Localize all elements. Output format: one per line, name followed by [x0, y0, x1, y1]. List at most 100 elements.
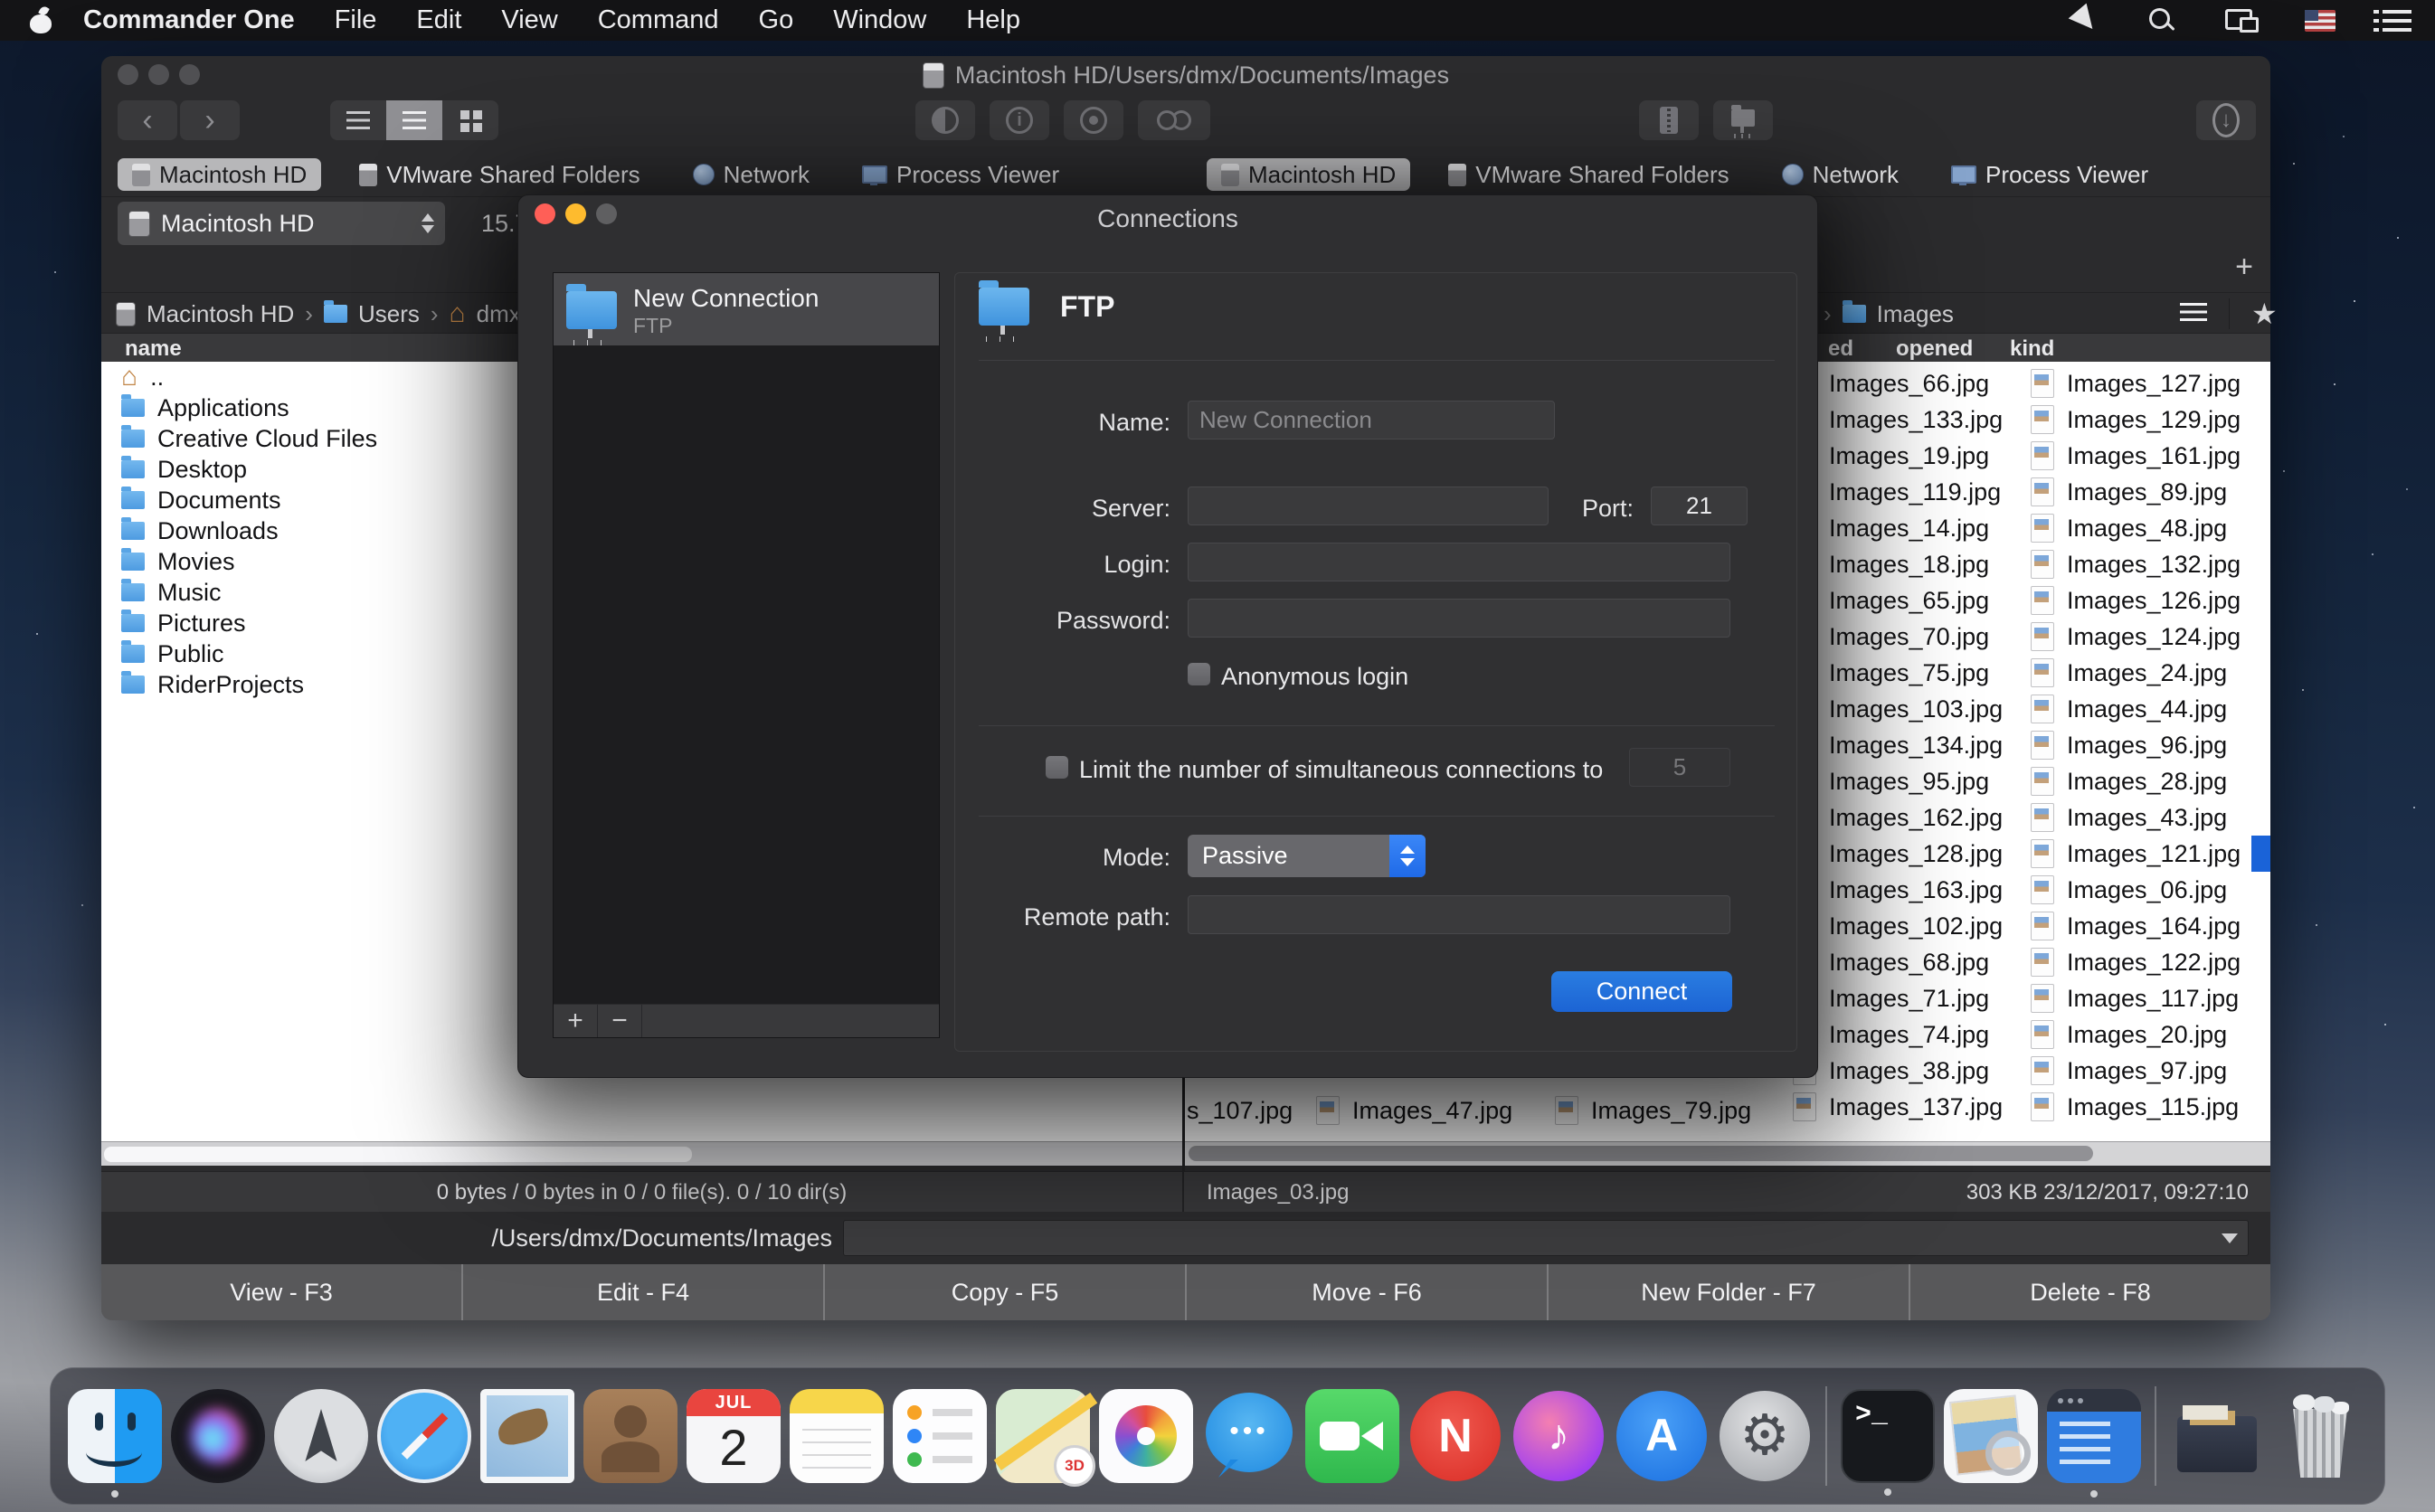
remote-path-field[interactable] — [1188, 895, 1730, 934]
file-row[interactable]: Images_79.jpg — [1555, 1092, 1751, 1129]
file-row[interactable]: Images_43.jpg — [2031, 799, 2268, 836]
dock-icon[interactable] — [1825, 1386, 1827, 1486]
dock-icon[interactable]: N — [1408, 1389, 1502, 1483]
file-row[interactable]: Images_66.jpg — [1793, 365, 2030, 402]
dock-icon[interactable] — [480, 1389, 574, 1483]
file-row[interactable]: Images_14.jpg — [1793, 510, 2030, 546]
file-row[interactable]: Images_89.jpg — [2031, 474, 2268, 510]
file-row[interactable]: Images_65.jpg — [1793, 582, 2030, 619]
dock-icon[interactable] — [1305, 1389, 1399, 1483]
dock-icon[interactable] — [2155, 1386, 2156, 1486]
view-list-button[interactable] — [330, 100, 386, 140]
downloads-button[interactable]: ↓ — [2196, 100, 2256, 140]
file-row[interactable]: s_107.jpg — [1187, 1092, 1293, 1129]
dock-icon[interactable] — [68, 1389, 162, 1483]
file-row[interactable]: Images_06.jpg — [2031, 872, 2268, 908]
get-info-button[interactable]: i — [990, 100, 1049, 140]
dock-icon[interactable] — [790, 1389, 884, 1483]
command-input[interactable] — [843, 1220, 2249, 1256]
dock-icon[interactable] — [893, 1389, 987, 1483]
dock-icon[interactable] — [1944, 1389, 2038, 1483]
menu-item[interactable]: Command — [598, 5, 719, 35]
add-connection-button[interactable]: + — [554, 1005, 598, 1037]
dock-icon[interactable]: ⚙ — [1718, 1389, 1812, 1483]
file-row[interactable]: Images_96.jpg — [2031, 727, 2268, 763]
file-row[interactable]: Images_127.jpg — [2031, 365, 2268, 402]
menu-status-icon[interactable] — [2383, 10, 2411, 32]
file-row[interactable]: Images_18.jpg — [1793, 546, 2030, 582]
scrollbar-thumb[interactable] — [103, 1146, 693, 1163]
window-titlebar[interactable]: Macintosh HD/Users/dmx/Documents/Images — [101, 56, 2270, 93]
pane-tab[interactable]: Process Viewer — [848, 158, 1074, 191]
file-row[interactable]: Images_38.jpg — [1793, 1053, 2030, 1089]
file-row[interactable]: Images_126.jpg — [2031, 582, 2268, 619]
name-field[interactable] — [1188, 401, 1555, 439]
toggle-panels-button[interactable] — [915, 100, 975, 140]
dock-icon[interactable] — [2047, 1389, 2141, 1483]
file-row[interactable]: Images_132.jpg — [2031, 546, 2268, 582]
file-row[interactable]: Images_24.jpg — [2031, 655, 2268, 691]
file-row[interactable]: Images_121.jpg — [2031, 836, 2268, 872]
menu-item[interactable]: View — [501, 5, 557, 35]
connect-button[interactable]: Connect — [1551, 971, 1732, 1012]
dock-icon[interactable]: ••• — [1202, 1389, 1296, 1483]
view-options-icon[interactable] — [2180, 303, 2207, 325]
menu-item[interactable]: File — [335, 5, 377, 35]
back-button[interactable]: ‹ — [118, 100, 177, 140]
selected-file-highlight[interactable] — [2251, 836, 2270, 872]
column-header-ed[interactable]: ed — [1828, 336, 1853, 362]
pane-tab[interactable]: Network — [1767, 158, 1913, 191]
menu-status-icon[interactable] — [2305, 10, 2336, 32]
remove-connection-button[interactable]: − — [598, 1005, 642, 1037]
right-breadcrumb[interactable]: › Images — [1824, 295, 1954, 333]
dock-icon[interactable] — [171, 1389, 265, 1483]
dock-icon[interactable]: JUL 2 — [687, 1389, 781, 1483]
forward-button[interactable]: › — [179, 100, 240, 140]
file-row[interactable]: Images_70.jpg — [1793, 619, 2030, 655]
file-row[interactable]: Images_115.jpg — [2031, 1089, 2268, 1125]
show-hidden-button[interactable] — [1064, 100, 1123, 140]
file-row[interactable]: Images_129.jpg — [2031, 402, 2268, 438]
file-row[interactable]: Images_48.jpg — [2031, 510, 2268, 546]
connection-list-item[interactable]: New Connection FTP — [554, 273, 939, 345]
file-row[interactable]: Images_163.jpg — [1793, 872, 2030, 908]
function-key-button[interactable]: Edit - F4 — [463, 1264, 823, 1320]
file-row[interactable]: Images_44.jpg — [2031, 691, 2268, 727]
column-header-name[interactable]: name — [125, 336, 182, 362]
dock-icon[interactable]: 3D — [996, 1389, 1090, 1483]
menu-status-icon[interactable] — [2225, 6, 2258, 35]
file-row[interactable]: Images_28.jpg — [2031, 763, 2268, 799]
file-row[interactable]: Images_124.jpg — [2031, 619, 2268, 655]
file-row[interactable]: Images_102.jpg — [1793, 908, 2030, 944]
scrollbar-thumb[interactable] — [1189, 1146, 2093, 1161]
menu-status-icon[interactable] — [2066, 6, 2099, 35]
pane-tab[interactable]: VMware Shared Folders — [345, 158, 654, 191]
file-row[interactable]: Images_19.jpg — [1793, 438, 2030, 474]
dock-icon[interactable] — [377, 1389, 471, 1483]
pane-tab[interactable]: Macintosh HD — [1207, 158, 1410, 191]
limit-connections-checkbox[interactable] — [1046, 756, 1068, 779]
function-key-button[interactable]: View - F3 — [101, 1264, 461, 1320]
connection-list[interactable]: + − New Connection FTP — [553, 272, 940, 1038]
pane-tab[interactable]: Network — [678, 158, 824, 191]
drive-selector[interactable]: Macintosh HD — [118, 202, 445, 245]
file-row[interactable]: Images_137.jpg — [1793, 1089, 2030, 1125]
app-menu[interactable]: Commander One — [83, 5, 295, 35]
archive-button[interactable] — [1639, 100, 1699, 140]
file-row[interactable]: Images_47.jpg — [1316, 1092, 1512, 1129]
dock-icon[interactable]: A — [1615, 1389, 1709, 1483]
command-history-chevron-icon[interactable] — [2222, 1233, 2238, 1243]
password-field[interactable] — [1188, 599, 1730, 638]
left-horizontal-scrollbar[interactable] — [101, 1141, 1182, 1166]
file-row[interactable]: Images_128.jpg — [1793, 836, 2030, 872]
dock-icon[interactable]: >_ — [1841, 1389, 1935, 1483]
menu-item[interactable]: Edit — [416, 5, 461, 35]
right-horizontal-scrollbar[interactable] — [1185, 1141, 2270, 1166]
menu-status-icon[interactable] — [2146, 6, 2178, 35]
view-brief-button[interactable] — [386, 100, 442, 140]
dock-icon[interactable] — [1099, 1389, 1193, 1483]
file-row[interactable]: Images_103.jpg — [1793, 691, 2030, 727]
function-key-button[interactable]: Move - F6 — [1187, 1264, 1547, 1320]
file-row[interactable]: Images_164.jpg — [2031, 908, 2268, 944]
view-thumb-button[interactable] — [442, 100, 498, 140]
